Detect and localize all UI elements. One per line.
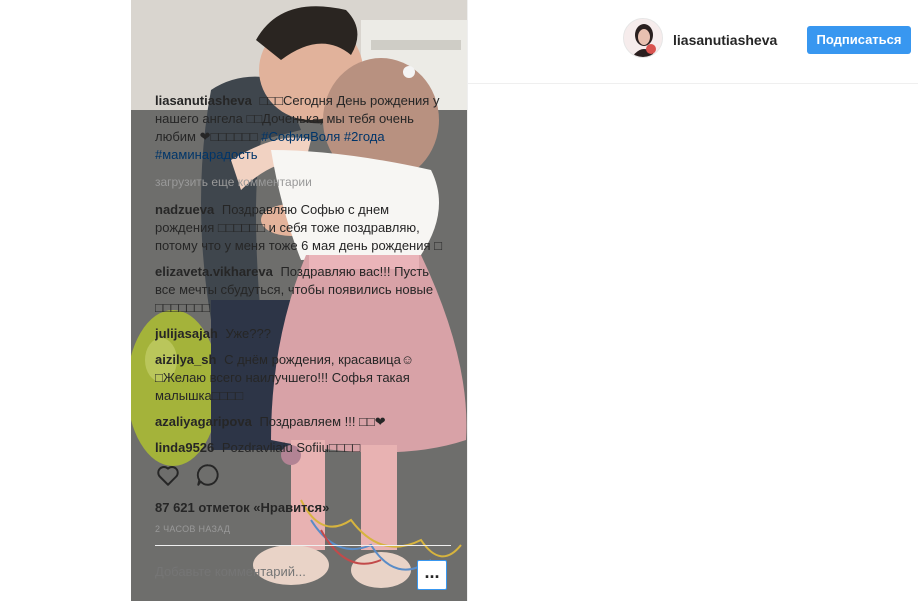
comment-text: Pozdravliaiu Sofiiu□□□□ xyxy=(221,440,361,455)
post-header: liasanutiasheva Подписаться xyxy=(468,0,918,84)
add-comment-bar: ... xyxy=(155,545,451,601)
page-background xyxy=(0,0,131,601)
comment-username[interactable]: aizilya_sh xyxy=(155,352,216,367)
comment-username[interactable]: julijasajah xyxy=(155,326,218,341)
post-author-username[interactable]: liasanutiasheva xyxy=(673,32,777,48)
add-comment-input[interactable] xyxy=(155,564,395,579)
comment-username[interactable]: nadzueva xyxy=(155,202,214,217)
list-item: nadzueva Поздравляю Софью с днем рождени… xyxy=(155,201,445,255)
comment-text: Поздравляем !!! □□❤ xyxy=(259,414,386,429)
list-item: aizilya_sh С днём рождения, красавица☺□Ж… xyxy=(155,351,445,405)
likes-count[interactable]: 87 621 отметок «Нравится» xyxy=(155,500,329,515)
load-more-comments-link[interactable]: загрузить еще комментарии xyxy=(155,173,445,191)
comment-username[interactable]: linda9526 xyxy=(155,440,214,455)
comment-username[interactable]: elizaveta.vikhareva xyxy=(155,264,273,279)
post-timestamp: 2 часов назад xyxy=(155,524,231,534)
comments-list: liasanutiasheva □□□Сегодня День рождения… xyxy=(155,92,445,458)
list-item: julijasajah Уже??? xyxy=(155,325,445,343)
comment-username[interactable]: azaliyagaripova xyxy=(155,414,252,429)
post-actions xyxy=(155,462,445,492)
post-sidebar: liasanutiasheva Подписаться xyxy=(467,0,918,601)
caption: liasanutiasheva □□□Сегодня День рождения… xyxy=(155,92,445,164)
list-item: linda9526 Pozdravliaiu Sofiiu□□□□ xyxy=(155,439,445,457)
speech-bubble-icon[interactable] xyxy=(195,462,221,488)
list-item: elizaveta.vikhareva Поздравляю вас!!! Пу… xyxy=(155,263,445,317)
comment-text: Уже??? xyxy=(225,326,271,341)
follow-button[interactable]: Подписаться xyxy=(807,26,911,54)
avatar-image xyxy=(624,19,662,57)
more-options-button[interactable]: ... xyxy=(417,560,447,590)
caption-username[interactable]: liasanutiasheva xyxy=(155,93,252,108)
heart-outline-icon[interactable] xyxy=(155,462,181,488)
list-item: azaliyagaripova Поздравляем !!! □□❤ xyxy=(155,413,445,431)
avatar[interactable] xyxy=(623,18,663,58)
